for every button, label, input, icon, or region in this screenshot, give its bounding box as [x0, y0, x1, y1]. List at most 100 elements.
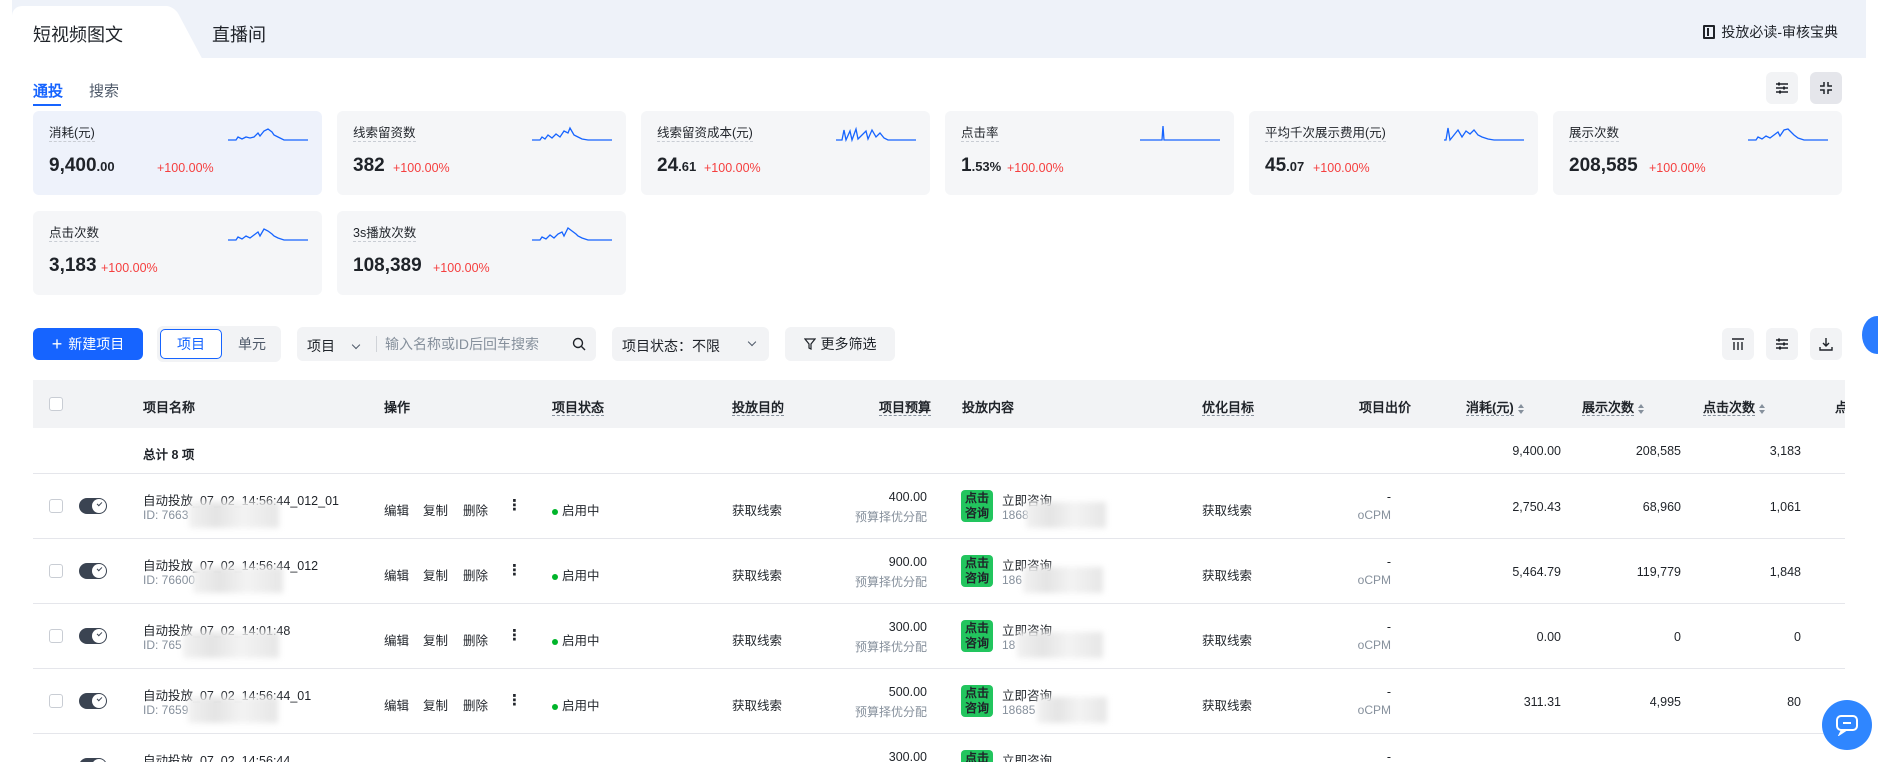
metric-card-leads[interactable]: 线索留资数 382 +100.00%	[337, 111, 626, 195]
download-button[interactable]	[1810, 328, 1842, 360]
sparkline	[228, 228, 308, 241]
search-type-select[interactable]: 项目	[307, 336, 361, 356]
select-all-checkbox[interactable]	[49, 397, 63, 411]
table-row[interactable]: 自动投放_07_02_14:56:44 300.00 点击咨询 立即咨询 -	[33, 734, 1845, 762]
ad-thumbnail[interactable]: 点击咨询	[961, 490, 993, 522]
delete-link[interactable]: 删除	[463, 695, 488, 714]
sort-icon	[1759, 403, 1766, 414]
row-checkbox[interactable]	[49, 564, 63, 578]
metric-card-cost[interactable]: 消耗(元) 9,400.00 +100.00%	[33, 111, 322, 195]
guide-link[interactable]: 投放必读-审核宝典	[1703, 22, 1838, 42]
metric-title: 展示次数	[1569, 126, 1620, 142]
metric-change: +100.00%	[433, 261, 490, 275]
metric-card-impressions[interactable]: 展示次数 208,585 +100.00%	[1553, 111, 1842, 195]
clicks: 80	[1787, 695, 1801, 709]
bid: -	[1386, 555, 1391, 569]
ad-thumbnail[interactable]: 点击咨询	[961, 620, 993, 652]
delete-link[interactable]: 删除	[463, 630, 488, 649]
sparkline	[532, 126, 612, 141]
delete-link[interactable]: 删除	[463, 565, 488, 584]
seg-project[interactable]: 项目	[160, 329, 222, 359]
sparkline	[228, 128, 308, 141]
more-icon[interactable]	[507, 691, 511, 709]
status-badge: 启用中	[552, 630, 600, 649]
ad-thumbnail[interactable]: 点击咨询	[961, 685, 993, 717]
impressions: 0	[1674, 630, 1681, 644]
metric-card-3s-plays[interactable]: 3s播放次数 108,389 +100.00%	[337, 211, 626, 295]
more-icon[interactable]	[507, 561, 511, 579]
col-clicks[interactable]: 点击次数	[1703, 397, 1766, 416]
metric-card-clicks[interactable]: 点击次数 3,183 +100.00%	[33, 211, 322, 295]
status-dot	[552, 573, 558, 580]
metric-title: 线索留资成本(元)	[657, 126, 753, 142]
columns-button[interactable]	[1722, 328, 1754, 360]
table-row[interactable]: 自动投放_07_02_14:56:44_01 ID: 7659 编辑 复制 删除…	[33, 669, 1845, 734]
copy-link[interactable]: 复制	[423, 695, 448, 714]
table-row[interactable]: 自动投放_07_02_14:01:48 ID: 765 编辑 复制 删除 启用中…	[33, 604, 1845, 669]
row-checkbox[interactable]	[49, 629, 63, 643]
edit-link[interactable]: 编辑	[384, 630, 409, 649]
more-filter-button[interactable]: 更多筛选	[785, 327, 895, 361]
edit-link[interactable]: 编辑	[384, 565, 409, 584]
table-row[interactable]: 自动投放_07_02_14:56:44_012 ID: 76600 编辑 复制 …	[33, 539, 1845, 604]
status-filter-select[interactable]: 项目状态：不限	[612, 327, 769, 361]
metric-settings-button[interactable]	[1766, 72, 1798, 104]
row-toggle[interactable]	[79, 758, 107, 762]
project-name[interactable]: 自动投放_07_02_14:56:44	[143, 750, 290, 762]
edit-link[interactable]: 编辑	[384, 500, 409, 519]
chat-support-button[interactable]	[1822, 700, 1872, 750]
subtab-general[interactable]: 通投	[33, 80, 63, 106]
row-toggle[interactable]	[79, 498, 107, 514]
goal: 获取线索	[1202, 504, 1253, 518]
row-toggle[interactable]	[79, 563, 107, 579]
table-settings-button[interactable]	[1766, 328, 1798, 360]
metric-title: 线索留资数	[353, 126, 416, 142]
search-icon[interactable]	[572, 337, 586, 351]
goal: 获取线索	[1202, 699, 1253, 713]
tab-short-video[interactable]: 短视频图文	[33, 21, 123, 47]
seg-unit[interactable]: 单元	[229, 329, 275, 359]
col-impressions[interactable]: 展示次数	[1582, 397, 1645, 416]
delete-link[interactable]: 删除	[463, 500, 488, 519]
col-purpose: 投放目的	[732, 400, 785, 416]
col-status: 项目状态	[552, 400, 605, 416]
metric-title: 点击率	[961, 126, 999, 142]
cost: 311.31	[1523, 695, 1561, 709]
ad-thumbnail[interactable]: 点击咨询	[961, 750, 993, 762]
row-checkbox[interactable]	[49, 694, 63, 708]
table-row[interactable]: 自动投放_07_02_14:56:44_012_01 ID: 7663 编辑 复…	[33, 474, 1845, 539]
copy-link[interactable]: 复制	[423, 500, 448, 519]
assistant-bubble[interactable]	[1862, 316, 1878, 354]
metric-card-ctr[interactable]: 点击率 1.53% +100.00%	[945, 111, 1234, 195]
redacted	[189, 502, 279, 528]
new-project-button[interactable]: + 新建项目	[33, 328, 143, 360]
metric-value: 3,183	[49, 255, 97, 276]
metric-value: 45.07	[1265, 155, 1305, 176]
metric-card-cpm[interactable]: 平均千次展示费用(元) 45.07 +100.00%	[1249, 111, 1538, 195]
copy-link[interactable]: 复制	[423, 565, 448, 584]
search-input[interactable]	[385, 328, 561, 360]
subtab-search[interactable]: 搜索	[89, 80, 119, 101]
ad-thumbnail[interactable]: 点击咨询	[961, 555, 993, 587]
purpose: 获取线索	[732, 504, 783, 518]
table-total-row: 总计 8 项 9,400.00 208,585 3,183	[33, 428, 1845, 474]
row-toggle[interactable]	[79, 628, 107, 644]
copy-link[interactable]: 复制	[423, 630, 448, 649]
metric-value: 108,389	[353, 255, 422, 276]
col-ops: 操作	[384, 400, 411, 415]
more-icon[interactable]	[507, 626, 511, 644]
tab-live-room[interactable]: 直播间	[212, 21, 266, 47]
metric-card-lead-cost[interactable]: 线索留资成本(元) 24.61 +100.00%	[641, 111, 930, 195]
more-icon[interactable]	[507, 496, 511, 514]
edit-link[interactable]: 编辑	[384, 695, 409, 714]
row-checkbox[interactable]	[49, 499, 63, 513]
budget-mode: 预算择优分配	[854, 575, 927, 589]
col-cost[interactable]: 消耗(元)	[1466, 397, 1524, 416]
total-impressions: 208,585	[1635, 444, 1681, 458]
collapse-button[interactable]	[1810, 72, 1842, 104]
sparkline	[1140, 125, 1220, 141]
content-sub: 18	[1002, 638, 1016, 652]
metric-change: +100.00%	[157, 161, 214, 175]
project-id: ID: 7659	[143, 703, 189, 717]
row-toggle[interactable]	[79, 693, 107, 709]
